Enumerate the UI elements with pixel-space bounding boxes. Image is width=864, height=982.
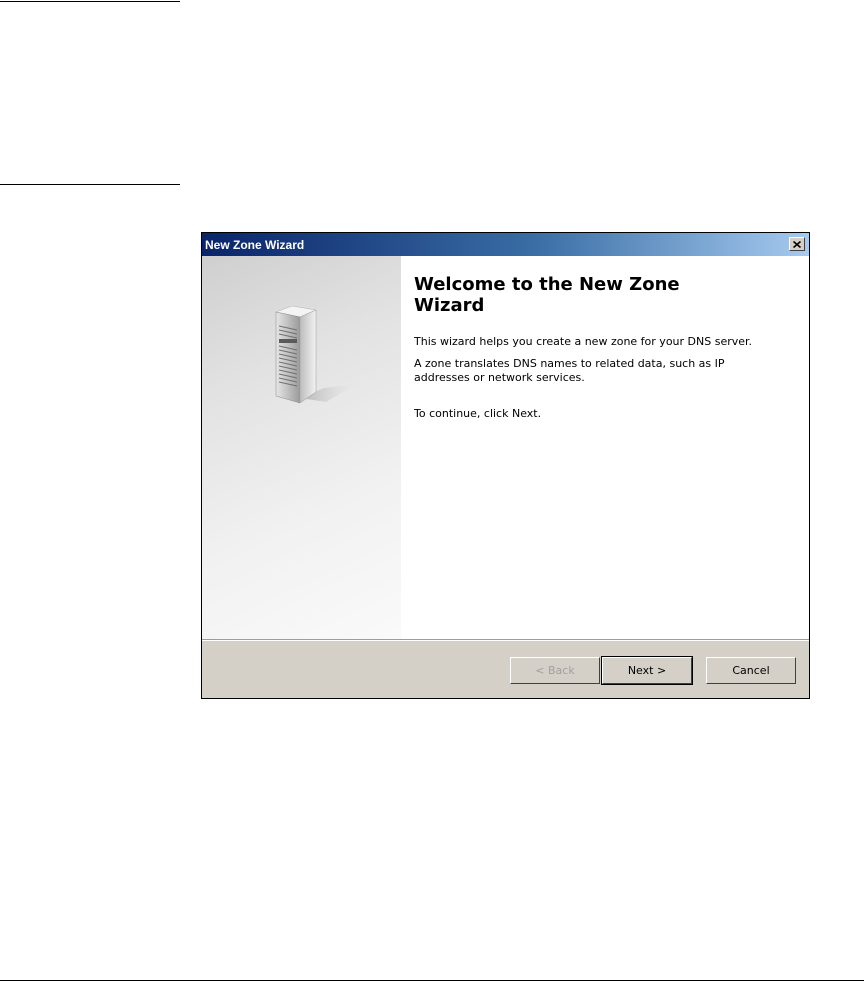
dialog-titlebar[interactable]: New Zone Wizard bbox=[202, 233, 809, 256]
wizard-content: Welcome to the New Zone Wizard This wiza… bbox=[202, 256, 809, 639]
next-button[interactable]: Next > bbox=[601, 656, 693, 685]
welcome-heading: Welcome to the New Zone Wizard bbox=[414, 274, 680, 316]
close-icon bbox=[793, 240, 801, 248]
close-button[interactable] bbox=[789, 237, 805, 251]
wizard-side-panel bbox=[202, 256, 401, 639]
back-button[interactable]: < Back bbox=[510, 657, 600, 684]
page-rule-middle bbox=[0, 184, 180, 185]
server-tower-icon bbox=[275, 306, 356, 404]
dialog-title: New Zone Wizard bbox=[205, 237, 305, 252]
intro-paragraph: This wizard helps you create a new zone … bbox=[414, 335, 753, 348]
cancel-button[interactable]: Cancel bbox=[706, 657, 796, 684]
zone-description: A zone translates DNS names to related d… bbox=[414, 357, 725, 384]
new-zone-wizard-dialog: New Zone Wizard Welcome to the New Zone … bbox=[201, 232, 810, 699]
wizard-button-bar: < Back Next > Cancel bbox=[202, 639, 809, 698]
continue-instruction: To continue, click Next. bbox=[414, 407, 542, 420]
page-rule-bottom bbox=[0, 980, 864, 981]
page-rule-top bbox=[0, 1, 180, 2]
wizard-text-panel: Welcome to the New Zone Wizard This wiza… bbox=[401, 256, 809, 639]
